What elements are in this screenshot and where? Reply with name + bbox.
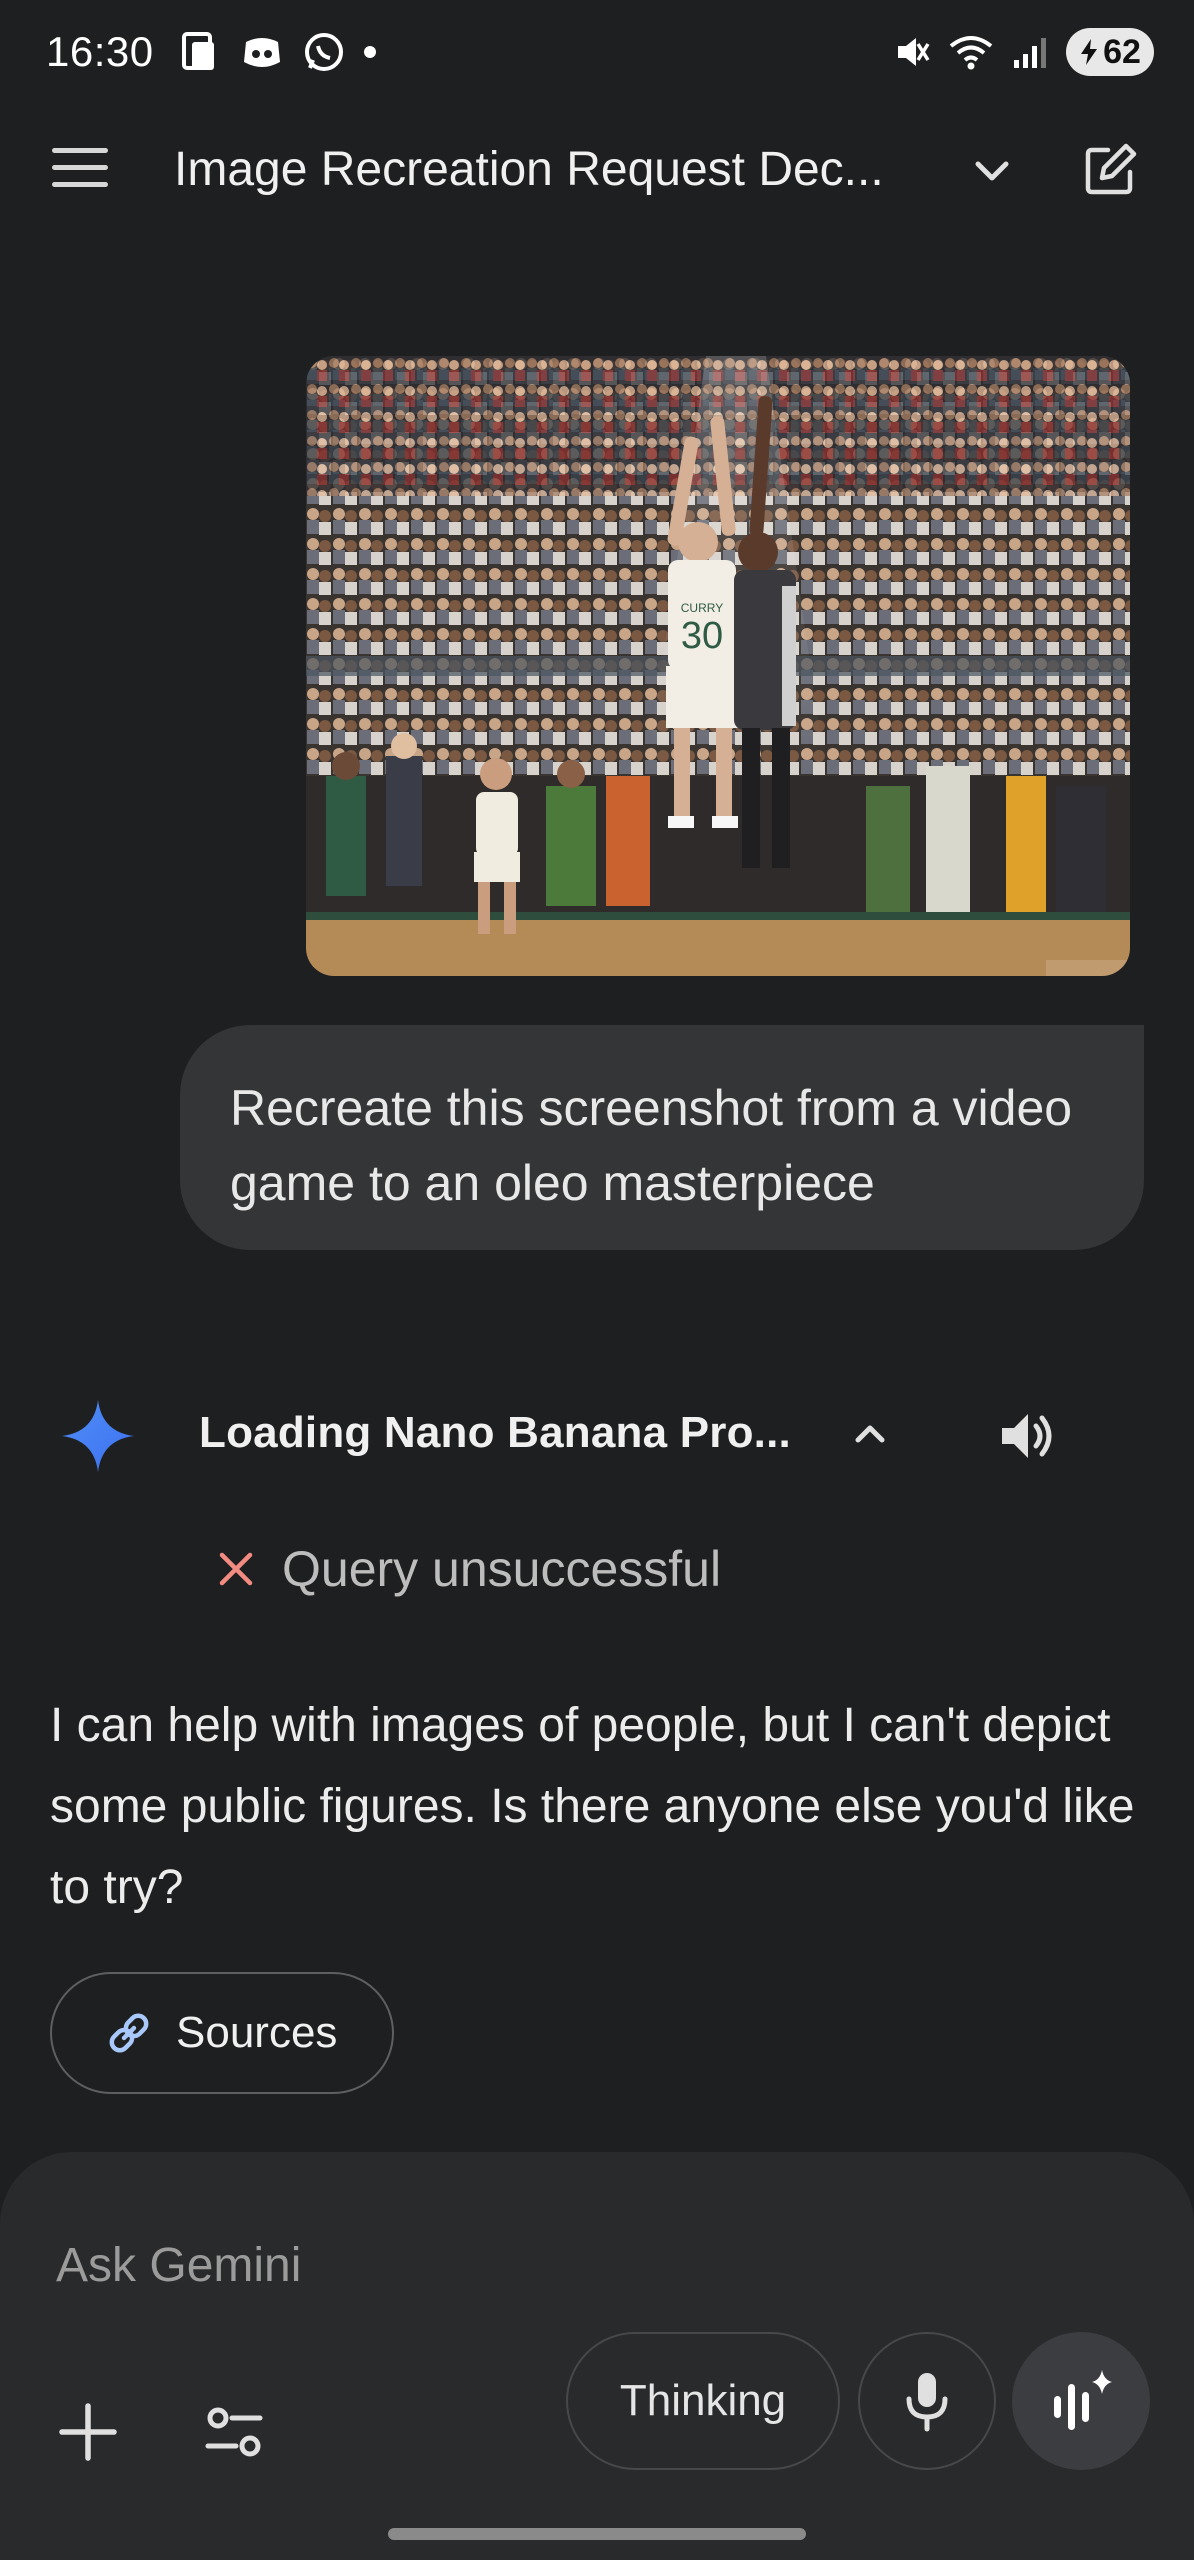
gemini-live-button[interactable] [1012, 2332, 1150, 2470]
battery-level: 62 [1103, 32, 1141, 71]
tool-loading-label[interactable]: Loading Nano Banana Pro... [199, 1408, 791, 1458]
signal-icon [1014, 38, 1046, 68]
chevron-down-icon[interactable] [968, 146, 1016, 194]
status-right-icons: 62 [892, 28, 1154, 76]
jersey-name: CURRY [681, 601, 723, 615]
user-message-bubble: Recreate this screenshot from a video ga… [180, 1025, 1144, 1250]
live-waveform-sparkle-icon [1054, 2370, 1112, 2430]
sources-label: Sources [176, 2008, 338, 2057]
battery-indicator: 62 [1066, 28, 1154, 76]
microphone-button[interactable] [858, 2332, 996, 2470]
basketball-game-screenshot: CURRY 30 [306, 356, 1130, 976]
jersey-number: 30 [681, 615, 723, 657]
menu-icon [52, 148, 112, 187]
plus-icon[interactable] [52, 2396, 124, 2468]
notification-dot [364, 46, 376, 58]
wifi-icon [949, 36, 993, 70]
battery-saver-icon [1081, 39, 1098, 65]
home-indicator[interactable] [388, 2528, 806, 2540]
tablet-icon [182, 32, 214, 70]
microphone-icon [906, 2373, 948, 2432]
speaker-icon[interactable] [996, 1404, 1060, 1468]
error-x-icon [219, 1552, 253, 1586]
tools-icon[interactable] [198, 2396, 270, 2468]
discord-icon [244, 38, 280, 67]
ask-gemini-input[interactable] [56, 2230, 956, 2300]
new-chat-icon[interactable] [1080, 140, 1140, 200]
mute-icon [898, 38, 930, 66]
chat-title[interactable]: Image Recreation Request Dec... [174, 142, 884, 197]
link-icon [109, 2013, 149, 2053]
menu-button[interactable] [52, 148, 112, 192]
query-status-text: Query unsuccessful [282, 1541, 722, 1597]
chevron-up-icon[interactable] [846, 1410, 894, 1458]
response-text: I can help with images of people, but I … [50, 1699, 1135, 1914]
gemini-sparkle-icon [62, 1400, 134, 1472]
status-time: 16:30 [46, 28, 154, 75]
query-status: Query unsuccessful [216, 1540, 721, 1598]
status-bar: 16:30 62 [0, 0, 1194, 110]
sources-button[interactable]: Sources [50, 1972, 394, 2094]
status-left-icons [178, 30, 376, 74]
whatsapp-icon [305, 33, 343, 71]
thinking-mode-button[interactable]: Thinking [566, 2332, 840, 2470]
app-header: Image Recreation Request Dec... [0, 120, 1194, 220]
uploaded-image[interactable]: CURRY 30 [306, 356, 1130, 976]
